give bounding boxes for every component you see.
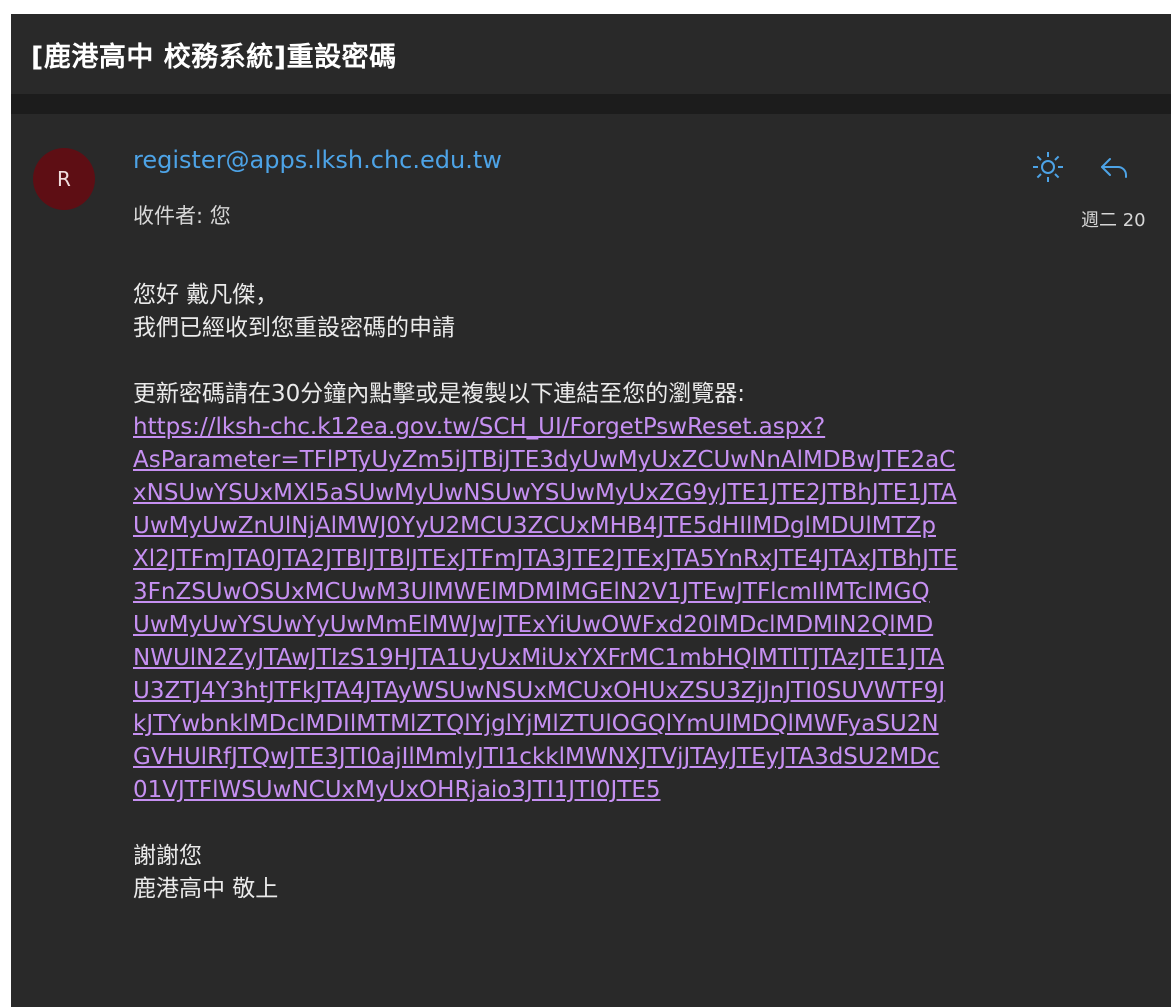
sun-icon[interactable] bbox=[1029, 148, 1067, 186]
sender-avatar[interactable]: R bbox=[33, 148, 95, 210]
reset-link-line[interactable]: GVHUlRfJTQwJTE3JTI0ajIlMmlyJTI1ckklMWNXJ… bbox=[133, 741, 1171, 774]
reset-link-line[interactable]: UwMyUwYSUwYyUwMmElMWJwJTExYiUwOWFxd20lMD… bbox=[133, 609, 1171, 642]
thanks-line: 謝謝您 bbox=[133, 843, 202, 869]
reset-link-line[interactable]: 3FnZSUwOSUxMCUwM3UlMWElMDMlMGElN2V1JTEwJ… bbox=[133, 576, 1171, 609]
sender-address[interactable]: register@apps.lksh.chc.edu.tw bbox=[133, 146, 502, 174]
received-notice: 我們已經收到您重設密碼的申請 bbox=[133, 315, 455, 341]
greeting: 您好 戴凡傑， bbox=[133, 282, 279, 308]
message-actions bbox=[1029, 148, 1133, 186]
reset-link-line[interactable]: NWUlN2ZyJTAwJTIzS19HJTA1UyUxMiUxYXFrMC1m… bbox=[133, 642, 1171, 675]
message-body: 您好 戴凡傑， 我們已經收到您重設密碼的申請 更新密碼請在30分鐘內點擊或是複製… bbox=[133, 279, 1171, 906]
reset-link-line[interactable]: Xl2JTFmJTA0JTA2JTBlJTBlJTExJTFmJTA3JTE2J… bbox=[133, 543, 1171, 576]
reset-link-line[interactable]: U3ZTJ4Y3htJTFkJTA4JTAyWSUwNSUxMCUxOHUxZS… bbox=[133, 675, 1171, 708]
subject-bar: [鹿港高中 校務系統]重設密碼 bbox=[11, 14, 1171, 114]
reset-link[interactable]: https://lksh-chc.k12ea.gov.tw/SCH_UI/For… bbox=[133, 411, 1171, 807]
reset-link-line[interactable]: https://lksh-chc.k12ea.gov.tw/SCH_UI/For… bbox=[133, 411, 1171, 444]
signature-line: 鹿港高中 敬上 bbox=[133, 876, 279, 902]
reset-instruction: 更新密碼請在30分鐘內點擊或是複製以下連結至您的瀏覽器: bbox=[133, 381, 746, 407]
email-subject: [鹿港高中 校務系統]重設密碼 bbox=[31, 41, 397, 73]
reset-link-line[interactable]: UwMyUwZnUlNjAlMWJ0YyU2MCU3ZCUxMHB4JTE5dH… bbox=[133, 510, 1171, 543]
reset-link-line[interactable]: AsParameter=TFlPTyUyZm5iJTBiJTE3dyUwMyUx… bbox=[133, 444, 1171, 477]
reply-icon[interactable] bbox=[1095, 148, 1133, 186]
message-header: R register@apps.lksh.chc.edu.tw 收件者: 您 週… bbox=[11, 114, 1171, 231]
recipient-line: 收件者: 您 bbox=[133, 204, 231, 228]
reset-link-line[interactable]: kJTYwbnklMDclMDIlMTMlZTQlYjglYjMlZTUlOGQ… bbox=[133, 708, 1171, 741]
email-reading-pane: [鹿港高中 校務系統]重設密碼 R register@apps.lksh.chc… bbox=[11, 14, 1171, 1007]
message-date: 週二 20 bbox=[1081, 210, 1146, 231]
reset-link-line[interactable]: 01VJTFlWSUwNCUxMyUxOHRjaio3JTI1JTI0JTE5 bbox=[133, 774, 1171, 807]
reset-link-line[interactable]: xNSUwYSUxMXl5aSUwMyUwNSUwYSUwMyUxZG9yJTE… bbox=[133, 477, 1171, 510]
